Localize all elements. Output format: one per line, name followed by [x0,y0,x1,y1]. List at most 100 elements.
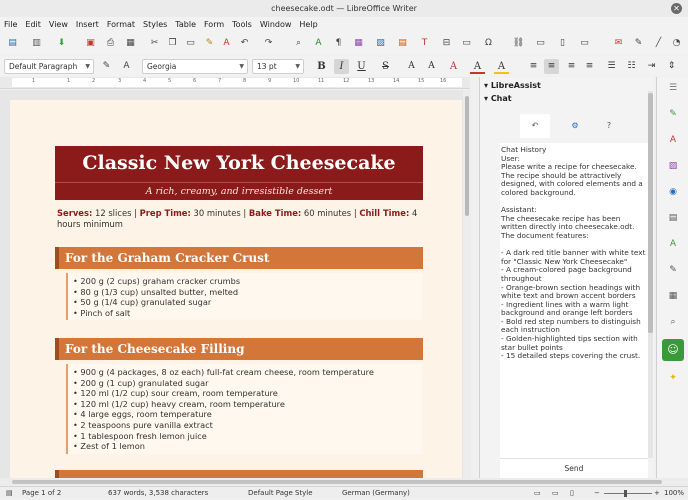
bold-button[interactable]: B [314,59,329,74]
settings-tab[interactable]: ⚙ [560,114,590,138]
horizontal-ruler[interactable]: 1 1 2 3 4 5 6 7 8 9 10 11 12 13 14 15 16 [0,77,470,89]
track-changes-icon[interactable]: ✎ [632,37,645,50]
menu-tools[interactable]: Tools [228,17,256,33]
manage-changes-icon[interactable]: ✎ [666,263,680,277]
menu-insert[interactable]: Insert [72,17,103,33]
font-color-dropdown-icon[interactable]: A [470,59,485,74]
copy-icon[interactable]: ❐ [166,37,179,50]
word-count[interactable]: 637 words, 3,538 characters [108,487,208,500]
page-style[interactable]: Default Page Style [248,487,313,500]
undo-icon[interactable]: ↶ [238,37,251,50]
page-icon[interactable]: ▤ [666,211,680,225]
insert-chart-icon[interactable]: ▤ [396,37,409,50]
menu-edit[interactable]: Edit [21,17,45,33]
shapes-icon[interactable]: ◔ [670,37,683,50]
zoom-level[interactable]: 100% [664,487,684,500]
styles-icon[interactable]: A [666,133,680,147]
menu-format[interactable]: Format [103,17,139,33]
formatting-marks-icon[interactable]: ¶ [332,37,345,50]
font-size-select[interactable]: 13 pt ▼ [252,59,304,74]
italic-button[interactable]: I [334,59,349,74]
menu-styles[interactable]: Styles [139,17,171,33]
line-spacing-icon[interactable]: ⇕ [664,59,679,74]
gallery-icon[interactable]: ▨ [666,159,680,173]
zoom-in-icon[interactable]: + [654,487,660,500]
spellcheck-icon[interactable]: A [312,37,325,50]
cross-reference-icon[interactable]: ▭ [578,37,591,50]
horizontal-scrollbar[interactable] [0,478,688,486]
send-button[interactable]: Send [500,458,648,478]
tips-icon[interactable]: ✦ [666,371,680,385]
scroll-thumb[interactable] [465,96,469,216]
insert-field-icon[interactable]: ▭ [460,37,473,50]
style-inspector-icon[interactable]: A [666,237,680,251]
cut-icon[interactable]: ✂ [148,37,161,50]
view-multi-icon[interactable]: ▭ [552,487,559,500]
zoom-out-icon[interactable]: − [594,487,600,500]
font-name-select[interactable]: Georgia ▼ [142,59,248,74]
new-icon[interactable]: ▤ [6,37,19,50]
menu-view[interactable]: View [45,17,72,33]
align-right-icon[interactable]: ≡ [564,59,579,74]
menu-form[interactable]: Form [200,17,228,33]
open-icon[interactable]: ⬇ [55,37,68,50]
clone-icon[interactable]: ✎ [203,37,216,50]
menu-file[interactable]: File [0,17,21,33]
print-icon[interactable]: ⎙ [104,37,117,50]
document-canvas[interactable]: Classic New York Cheesecake A rich, crea… [0,90,463,478]
design-icon[interactable]: ▦ [666,289,680,303]
properties-icon[interactable]: ✎ [666,107,680,121]
help-tab[interactable]: ? [594,114,624,138]
menu-window[interactable]: Window [256,17,296,33]
insert-table-icon[interactable]: ▦ [352,37,365,50]
align-left-icon[interactable]: ≡ [526,59,541,74]
comment-icon[interactable]: ✉ [612,37,625,50]
libreassist-icon[interactable]: ☺ [662,339,684,361]
view-book-icon[interactable]: ▯ [570,487,574,500]
hscroll-thumb[interactable] [12,480,662,484]
align-center-icon[interactable]: ≡ [544,59,559,74]
insert-textbox-icon[interactable]: T [418,37,431,50]
templates-icon[interactable]: ▥ [30,37,43,50]
indent-icon[interactable]: ⇥ [644,59,659,74]
chat-section-title[interactable]: ▾ Chat [484,94,512,103]
justify-icon[interactable]: ≡ [582,59,597,74]
font-color-icon[interactable]: A [446,59,461,74]
subscript-icon[interactable]: A [424,59,439,74]
navigator-icon[interactable]: ◉ [666,185,680,199]
zoom-slider-thumb[interactable] [624,490,627,497]
new-style-icon[interactable]: A [120,60,133,73]
highlight-icon[interactable]: A [494,59,509,74]
line-icon[interactable]: ╱ [652,37,665,50]
strikethrough-button[interactable]: S [378,59,393,74]
collapse-icon[interactable]: ▾ [484,81,488,90]
underline-button[interactable]: U [354,59,369,74]
document-vertical-scrollbar[interactable] [463,90,471,478]
page-count[interactable]: Page 1 of 2 [22,487,61,500]
zoom-slider[interactable] [604,493,652,494]
chat-history[interactable]: Chat History User: Please write a recipe… [500,143,648,458]
document-page[interactable]: Classic New York Cheesecake A rich, crea… [10,100,462,478]
menu-help[interactable]: Help [295,17,321,33]
paragraph-style-select[interactable]: Default Paragraph ▼ [4,59,94,74]
menu-table[interactable]: Table [171,17,200,33]
paste-icon[interactable]: ▭ [184,37,197,50]
close-icon[interactable]: ✕ [671,3,682,14]
history-tab[interactable]: ↶ [520,114,550,138]
superscript-icon[interactable]: A [404,59,419,74]
bookmark-icon[interactable]: ▯ [556,37,569,50]
print-preview-icon[interactable]: ▦ [124,37,137,50]
language[interactable]: German (Germany) [342,487,410,500]
view-single-icon[interactable]: ▭ [534,487,541,500]
special-character-icon[interactable]: Ω [482,37,495,50]
export-pdf-icon[interactable]: ▣ [84,37,97,50]
footnote-icon[interactable]: ▭ [534,37,547,50]
redo-icon[interactable]: ↷ [262,37,275,50]
insert-image-icon[interactable]: ▨ [374,37,387,50]
find-replace-icon[interactable]: ⌕ [292,37,305,50]
menu-icon[interactable]: ☰ [666,81,680,95]
page-break-icon[interactable]: ⊟ [440,37,453,50]
numbering-icon[interactable]: ☷ [624,59,639,74]
sidebar-scrollbar[interactable] [648,91,653,458]
clear-format-icon[interactable]: A [220,37,233,50]
